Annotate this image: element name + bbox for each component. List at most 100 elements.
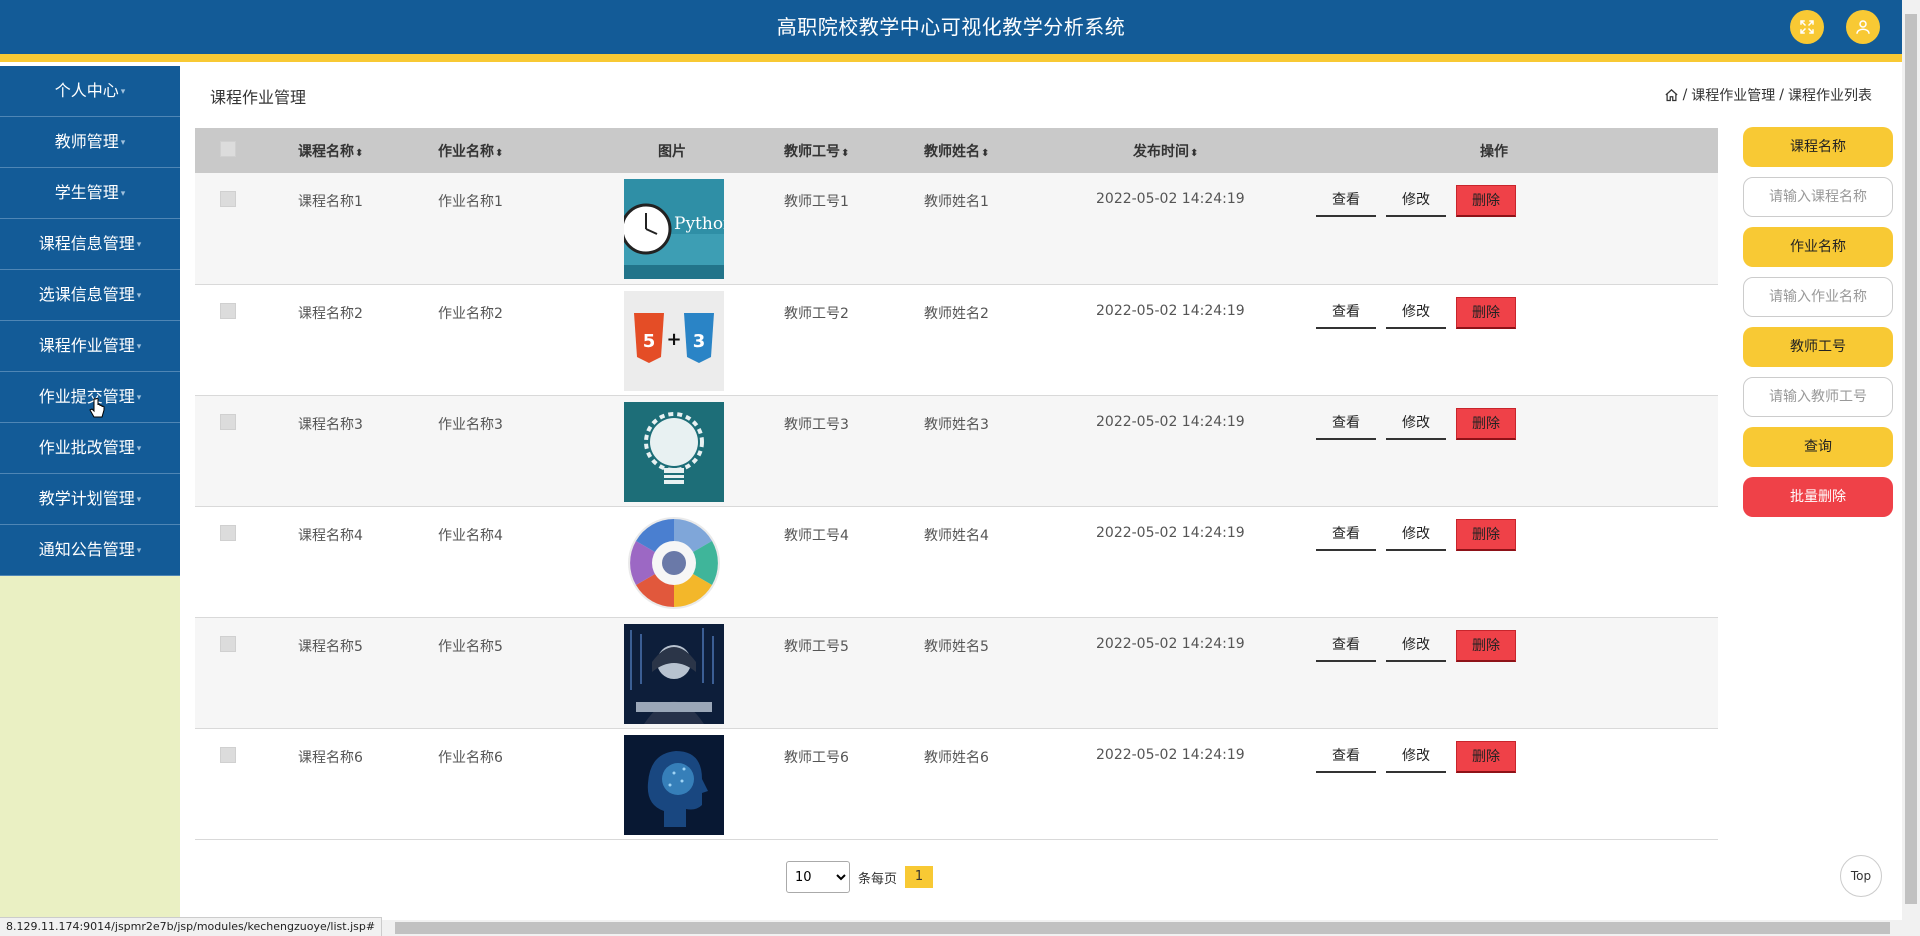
delete-button[interactable]: 删除 [1456,407,1516,440]
sort-icon: ⬍ [981,147,990,159]
view-button[interactable]: 查看 [1316,741,1376,773]
course-name-label: 课程名称 [1743,127,1893,167]
view-button[interactable]: 查看 [1316,519,1376,551]
caret-down-icon: ▾ [136,341,142,352]
homework-image[interactable] [624,623,724,724]
caret-down-icon: ▾ [136,443,142,454]
row-checkbox[interactable] [220,413,236,430]
cell-homework-name: 作业名称6 [438,749,503,766]
breadcrumb-separator: / [1779,87,1784,103]
homework-image[interactable] [624,512,724,613]
sidebar-item-course-homework[interactable]: 课程作业管理 ▾ [0,321,180,372]
sidebar-item-students[interactable]: 学生管理 ▾ [0,168,180,219]
edit-button[interactable]: 修改 [1386,297,1446,329]
cell-course-name: 课程名称6 [298,749,363,766]
back-to-top-button[interactable]: Top [1840,855,1882,897]
view-button[interactable]: 查看 [1316,185,1376,217]
cell-teacher-id: 教师工号5 [784,638,849,655]
breadcrumb-item[interactable]: 课程作业管理 [1691,85,1775,105]
pagination: 10 条每页 1 [786,861,934,893]
homework-image[interactable]: 5 +3 [624,290,724,391]
row-checkbox[interactable] [220,635,236,652]
row-checkbox[interactable] [220,746,236,763]
delete-button[interactable]: 删除 [1456,518,1516,551]
column-header-teacher-name[interactable]: 教师姓名⬍ [924,128,1096,173]
delete-button[interactable]: 删除 [1456,296,1516,329]
homework-image[interactable] [624,401,724,502]
delete-button[interactable]: 删除 [1456,629,1516,662]
cell-teacher-id: 教师工号4 [784,527,849,544]
per-page-label: 条每页 [858,871,898,887]
page-title: 课程作业管理 [210,88,307,107]
cell-homework-name: 作业名称3 [438,416,503,433]
sidebar-item-course-selection[interactable]: 选课信息管理 ▾ [0,270,180,321]
delete-button[interactable]: 删除 [1456,185,1516,217]
edit-button[interactable]: 修改 [1386,519,1446,551]
caret-down-icon: ▾ [136,290,142,301]
row-checkbox[interactable] [220,302,236,319]
breadcrumb-item: 课程作业列表 [1788,88,1872,104]
cell-teacher-name: 教师姓名1 [924,194,989,210]
select-all-checkbox[interactable] [220,140,236,157]
sidebar-item-label: 作业批改管理 [38,438,135,457]
homework-image[interactable] [624,734,724,835]
image-caption: Python [674,214,724,234]
cell-teacher-name: 教师姓名5 [924,638,989,655]
cell-publish-time: 2022-05-02 14:24:19 [1096,302,1245,319]
edit-button[interactable]: 修改 [1386,185,1446,217]
view-button[interactable]: 查看 [1316,630,1376,662]
delete-button[interactable]: 删除 [1456,740,1516,773]
fullscreen-button[interactable] [1790,10,1824,44]
sidebar-item-label: 学生管理 [54,183,119,202]
horizontal-scrollbar-thumb[interactable] [395,922,1890,934]
cell-homework-name: 作业名称5 [438,638,503,655]
sidebar-item-homework-grading[interactable]: 作业批改管理 ▾ [0,423,180,474]
course-name-input[interactable] [1743,177,1893,217]
vertical-scrollbar-thumb[interactable] [1905,14,1917,904]
home-icon[interactable] [1664,88,1679,103]
status-url: 8.129.11.174:9014/jspmr2e7b/jsp/modules/… [0,917,383,936]
user-button[interactable] [1846,10,1880,44]
cell-course-name: 课程名称4 [298,527,363,544]
edit-button[interactable]: 修改 [1386,408,1446,440]
page-size-select[interactable]: 10 [786,861,850,893]
column-header-teacher-id[interactable]: 教师工号⬍ [784,128,924,173]
view-button[interactable]: 查看 [1316,408,1376,440]
sidebar-item-personal-center[interactable]: 个人中心 ▾ [0,66,180,117]
sidebar-item-notices[interactable]: 通知公告管理 ▾ [0,525,180,576]
homework-name-input[interactable] [1743,277,1893,317]
edit-button[interactable]: 修改 [1386,630,1446,662]
column-header-image: 图片 [658,143,686,160]
sidebar-item-label: 作业提交管理 [38,387,135,406]
row-checkbox[interactable] [220,191,236,207]
edit-button[interactable]: 修改 [1386,741,1446,773]
breadcrumb-separator: / [1682,87,1688,103]
search-panel: 课程名称 作业名称 教师工号 查询 批量删除 [1743,127,1893,527]
caret-down-icon: ▾ [136,494,142,505]
cell-publish-time: 2022-05-02 14:24:19 [1096,524,1245,541]
homework-image[interactable]: Python [624,179,724,279]
sidebar-item-label: 教学计划管理 [38,489,135,508]
sort-icon: ⬍ [495,147,504,159]
query-button[interactable]: 查询 [1743,427,1893,467]
cell-course-name: 课程名称1 [298,194,363,210]
sort-icon: ⬍ [841,147,850,159]
sidebar-item-label: 课程作业管理 [38,336,135,355]
row-checkbox[interactable] [220,524,236,541]
sidebar-item-teachers[interactable]: 教师管理 ▾ [0,117,180,168]
app-title: 高职院校教学中心可视化教学分析系统 [776,15,1126,39]
sidebar-item-label: 选课信息管理 [38,285,135,304]
caret-down-icon: ▾ [120,137,126,148]
table-row: 课程名称1 作业名称1 Python 教师工号1 教师姓名1 2022-05-02 14:… [195,173,1718,284]
batch-delete-button[interactable]: 批量删除 [1743,477,1893,517]
sidebar-item-teaching-plan[interactable]: 教学计划管理 ▾ [0,474,180,525]
page-number-current[interactable]: 1 [905,866,934,888]
teacher-id-input[interactable] [1743,377,1893,417]
sidebar-item-course-info[interactable]: 课程信息管理 ▾ [0,219,180,270]
column-header-course[interactable]: 课程名称⬍ [298,128,438,173]
column-header-time[interactable]: 发布时间⬍ [1096,128,1316,173]
column-header-homework[interactable]: 作业名称⬍ [438,128,589,173]
cell-homework-name: 作业名称1 [438,194,503,210]
view-button[interactable]: 查看 [1316,297,1376,329]
cell-teacher-name: 教师姓名4 [924,527,989,544]
